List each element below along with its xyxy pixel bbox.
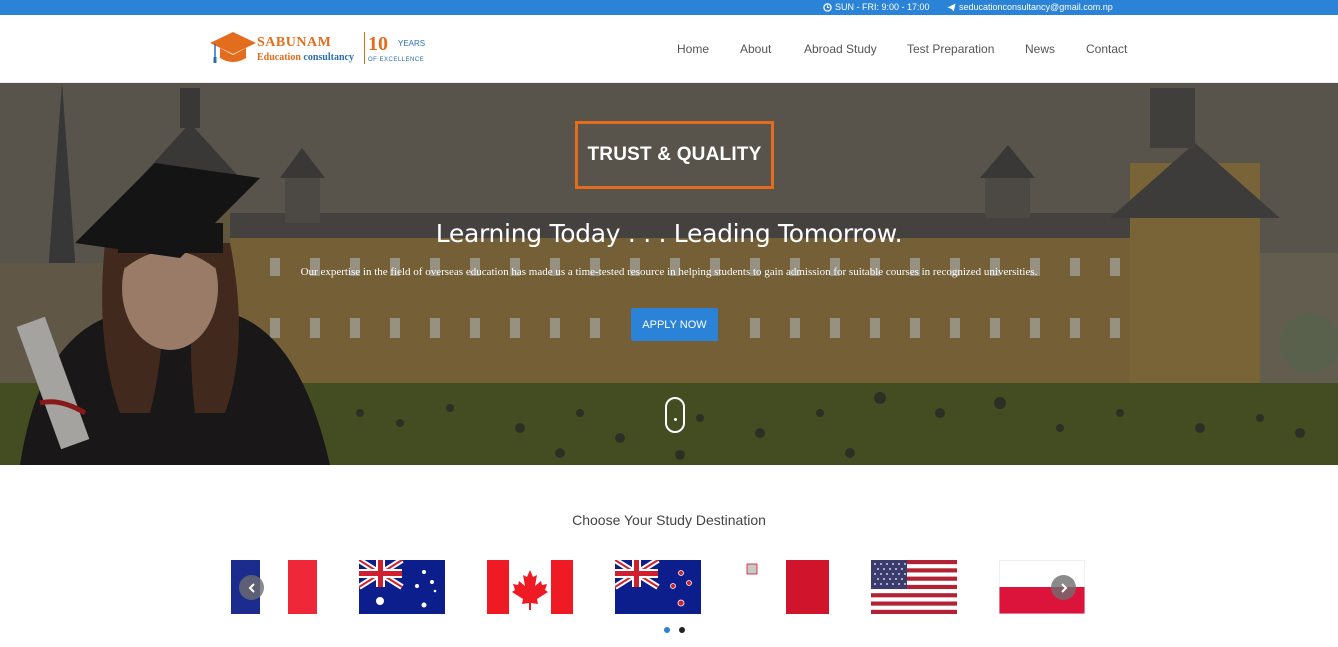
hero-badge: TRUST & QUALITY (575, 121, 774, 189)
scroll-down-indicator[interactable] (665, 397, 685, 433)
scroll-dot-icon (674, 418, 677, 421)
hero-description: Our expertise in the field of overseas e… (300, 266, 1038, 278)
australia-flag[interactable] (359, 560, 445, 614)
carousel-prev-button[interactable] (239, 575, 264, 600)
main-nav: Home About Abroad Study Test Preparation… (0, 42, 1338, 56)
carousel-dot-2[interactable] (679, 627, 685, 633)
canada-flag[interactable] (487, 560, 573, 614)
top-info-bar: SUN - FRI: 9:00 - 17:00 seducationconsul… (0, 0, 1338, 15)
site-header: SABUNAM Education consultancy 10 YEARS O… (0, 15, 1338, 83)
hero-title: Learning Today . . . Leading Tomorrow. (435, 219, 903, 248)
carousel-dot-1[interactable] (664, 627, 670, 633)
logo-tagline: OF EXCELLENCE (368, 57, 425, 63)
hero-badge-text: TRUST & QUALITY (587, 144, 762, 165)
malta-flag[interactable] (743, 560, 829, 614)
nav-home[interactable]: Home (677, 42, 709, 56)
destinations-title: Choose Your Study Destination (572, 512, 766, 528)
contact-email-text[interactable]: seducationconsultancy@gmail.com.np (959, 2, 1113, 12)
carousel-next-button[interactable] (1051, 575, 1076, 600)
contact-email[interactable]: seducationconsultancy@gmail.com.np (947, 2, 1113, 12)
new-zealand-flag[interactable] (615, 560, 701, 614)
chevron-left-icon (248, 582, 255, 593)
usa-flag[interactable] (871, 560, 957, 614)
nav-test-preparation[interactable]: Test Preparation (907, 42, 994, 56)
chevron-right-icon (1060, 582, 1067, 593)
nav-contact[interactable]: Contact (1086, 42, 1127, 56)
office-hours-text: SUN - FRI: 9:00 - 17:00 (835, 2, 930, 12)
paper-plane-icon (947, 2, 956, 12)
apply-now-button[interactable]: APPLY NOW (631, 308, 718, 341)
nav-about[interactable]: About (740, 42, 771, 56)
office-hours: SUN - FRI: 9:00 - 17:00 (823, 2, 930, 12)
hero-slider: TRUST & QUALITY Learning Today . . . Lea… (0, 83, 1338, 465)
nav-abroad-study[interactable]: Abroad Study (804, 42, 877, 56)
clock-icon (823, 2, 832, 12)
nav-news[interactable]: News (1025, 42, 1055, 56)
